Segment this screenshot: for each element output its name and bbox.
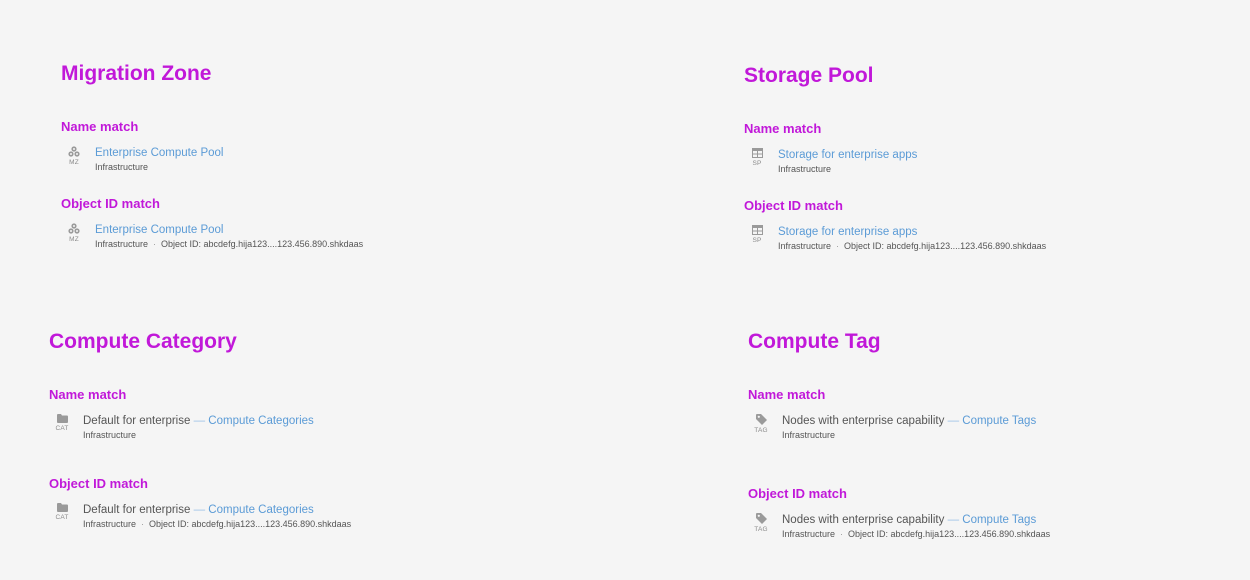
tag-icon xyxy=(755,414,767,425)
folder-icon xyxy=(56,503,68,512)
search-result[interactable]: TAG Nodes with enterprise capability — C… xyxy=(748,513,1050,541)
object-id-value: Object ID: abcdefg.hija123....123.456.89… xyxy=(161,239,364,249)
result-link[interactable]: Storage for enterprise apps xyxy=(778,226,917,238)
result-category: Infrastructure xyxy=(83,519,137,529)
result-type-indicator: CAT xyxy=(49,503,75,522)
search-result[interactable]: CAT Default for enterprise — Compute Cat… xyxy=(49,414,314,442)
search-result[interactable]: MZ Enterprise Compute Pool Infrastructur… xyxy=(61,223,363,251)
name-match-label: Name match xyxy=(748,387,826,402)
separator-dot: · xyxy=(836,241,840,251)
object-id-match-label: Object ID match xyxy=(748,486,847,501)
result-name: Default for enterprise xyxy=(83,415,191,427)
result-category: Infrastructure xyxy=(782,430,836,440)
cluster-icon xyxy=(68,223,80,234)
type-abbreviation: SP xyxy=(752,160,762,167)
name-match-label: Name match xyxy=(744,121,822,136)
table-icon xyxy=(751,225,763,235)
type-abbreviation: SP xyxy=(752,237,762,244)
result-link[interactable]: Storage for enterprise apps xyxy=(778,149,917,161)
object-id-value: Object ID: abcdefg.hija123....123.456.89… xyxy=(848,529,1051,539)
search-result[interactable]: CAT Default for enterprise — Compute Cat… xyxy=(49,503,351,531)
section-title: Storage Pool xyxy=(744,64,874,87)
name-match-label: Name match xyxy=(49,387,127,402)
type-abbreviation: MZ xyxy=(69,236,79,243)
section-title: Migration Zone xyxy=(61,62,212,85)
type-abbreviation: TAG xyxy=(754,526,768,533)
name-match-label: Name match xyxy=(61,119,139,134)
storage-pool-section: Storage Pool Name match SP Storage for e… xyxy=(744,62,1046,253)
result-link[interactable]: Enterprise Compute Pool xyxy=(95,224,223,236)
type-abbreviation: CAT xyxy=(55,425,69,432)
result-link[interactable]: Compute Tags xyxy=(962,415,1036,427)
em-dash: — xyxy=(947,514,960,526)
result-category: Infrastructure xyxy=(778,241,832,251)
result-category: Infrastructure xyxy=(782,529,836,539)
object-id-value: Object ID: abcdefg.hija123....123.456.89… xyxy=(844,241,1047,251)
result-category: Infrastructure xyxy=(83,430,137,440)
compute-category-section: Compute Category Name match CAT Default … xyxy=(49,328,351,531)
object-id-match-label: Object ID match xyxy=(49,476,148,491)
tag-icon xyxy=(755,513,767,524)
result-type-indicator: SP xyxy=(744,148,770,168)
cluster-icon xyxy=(68,146,80,157)
separator-dot: · xyxy=(141,519,145,529)
result-link[interactable]: Compute Categories xyxy=(208,415,313,427)
type-abbreviation: CAT xyxy=(55,514,69,521)
em-dash: — xyxy=(947,415,960,427)
result-type-indicator: CAT xyxy=(49,414,75,433)
result-name: Default for enterprise xyxy=(83,504,191,516)
type-abbreviation: MZ xyxy=(69,159,79,166)
compute-tag-section: Compute Tag Name match TAG Nodes with en… xyxy=(748,328,1050,541)
result-name: Nodes with enterprise capability xyxy=(782,415,945,427)
result-category: Infrastructure xyxy=(95,239,149,249)
result-link[interactable]: Compute Tags xyxy=(962,514,1036,526)
object-id-match-label: Object ID match xyxy=(61,196,160,211)
result-link[interactable]: Compute Categories xyxy=(208,504,313,516)
type-abbreviation: TAG xyxy=(754,427,768,434)
object-id-match-label: Object ID match xyxy=(744,198,843,213)
result-category: Infrastructure xyxy=(778,164,832,174)
search-result[interactable]: SP Storage for enterprise apps Infrastru… xyxy=(744,225,1046,253)
result-link[interactable]: Enterprise Compute Pool xyxy=(95,147,223,159)
separator-dot: · xyxy=(840,529,844,539)
search-result[interactable]: MZ Enterprise Compute Pool Infrastructur… xyxy=(61,146,223,174)
result-type-indicator: TAG xyxy=(748,513,774,534)
em-dash: — xyxy=(193,415,206,427)
object-id-value: Object ID: abcdefg.hija123....123.456.89… xyxy=(149,519,352,529)
result-type-indicator: SP xyxy=(744,225,770,245)
section-title: Compute Category xyxy=(49,330,237,353)
search-result[interactable]: SP Storage for enterprise apps Infrastru… xyxy=(744,148,917,176)
separator-dot: · xyxy=(153,239,157,249)
em-dash: — xyxy=(193,504,206,516)
folder-icon xyxy=(56,414,68,423)
result-type-indicator: MZ xyxy=(61,223,87,244)
result-type-indicator: TAG xyxy=(748,414,774,435)
section-title: Compute Tag xyxy=(748,330,881,353)
migration-zone-section: Migration Zone Name match MZ Enterprise … xyxy=(61,60,363,251)
result-category: Infrastructure xyxy=(95,162,149,172)
table-icon xyxy=(751,148,763,158)
result-name: Nodes with enterprise capability xyxy=(782,514,945,526)
result-type-indicator: MZ xyxy=(61,146,87,167)
search-result[interactable]: TAG Nodes with enterprise capability — C… xyxy=(748,414,1036,442)
